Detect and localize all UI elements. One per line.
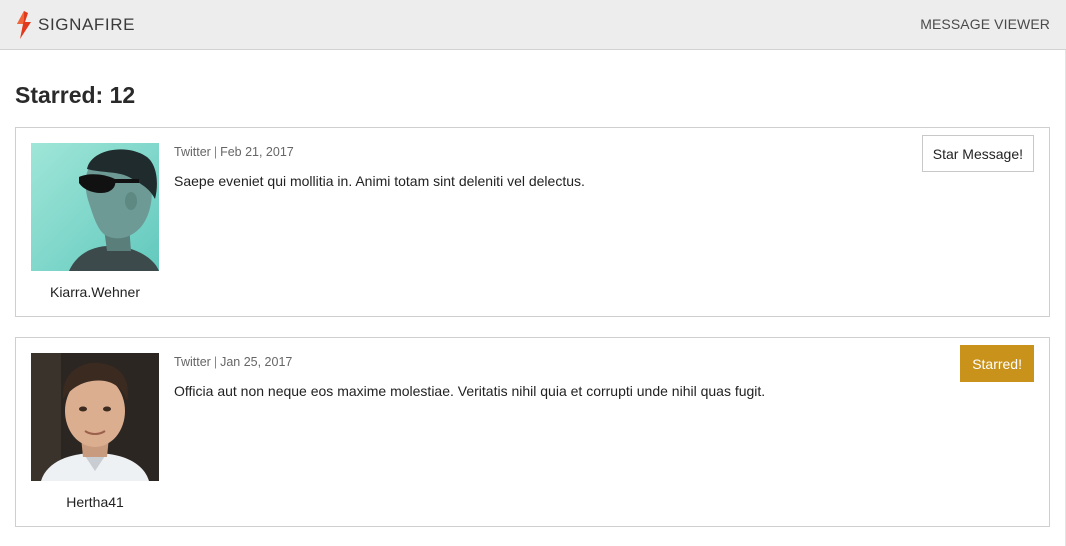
brand-logo[interactable]: SIGNAFIRE xyxy=(15,11,135,39)
message-meta: Twitter | Feb 21, 2017 xyxy=(174,145,294,159)
starred-button[interactable]: Starred! xyxy=(960,345,1034,382)
username[interactable]: Kiarra.Wehner xyxy=(31,284,159,300)
message-meta: Twitter | Jan 25, 2017 xyxy=(174,355,292,369)
page-title: Starred: 12 xyxy=(15,82,136,108)
nav-title-message-viewer[interactable]: MESSAGE VIEWER xyxy=(920,16,1050,32)
avatar xyxy=(31,353,159,481)
flame-logo-icon xyxy=(17,11,31,39)
brand-name: SIGNAFIRE xyxy=(38,15,136,34)
message-date: Feb 21, 2017 xyxy=(220,145,294,159)
username[interactable]: Hertha41 xyxy=(31,494,159,510)
avatar xyxy=(31,143,159,271)
message-text: Officia aut non neque eos maxime molesti… xyxy=(174,383,766,399)
star-message-button[interactable]: Star Message! xyxy=(921,135,1034,172)
message-text: Saepe eveniet qui mollitia in. Animi tot… xyxy=(174,173,585,189)
message-date: Jan 25, 2017 xyxy=(220,355,293,369)
message-source: Twitter xyxy=(174,145,211,159)
top-bar: SIGNAFIRE MESSAGE VIEWER xyxy=(0,0,1066,50)
meta-separator: | xyxy=(213,355,218,369)
message-card: Hertha41 Twitter | Jan 25, 2017 Officia au… xyxy=(15,337,1050,527)
meta-separator: | xyxy=(213,145,218,159)
message-source: Twitter xyxy=(174,355,211,369)
message-card: Kiarra.Wehner Twitter | Feb 21, 2017 Saepe… xyxy=(15,127,1050,317)
